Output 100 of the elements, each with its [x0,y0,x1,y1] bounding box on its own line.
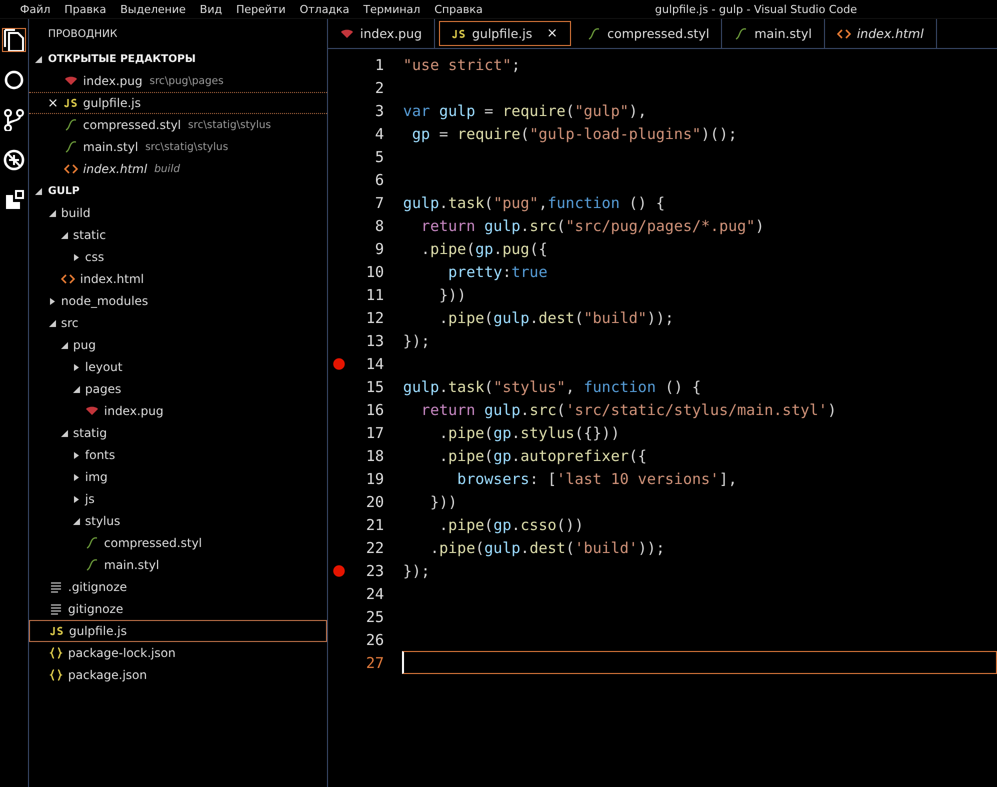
section-title[interactable]: GULP [48,185,80,197]
js-file-icon [50,625,64,637]
collapsed-arrow-icon[interactable] [73,452,80,458]
code-line: return gulp.src("src/pug/pages/*.pug") [420,216,764,234]
expanded-arrow-icon[interactable] [61,430,68,436]
expanded-arrow-icon[interactable] [49,320,56,326]
extensions-icon[interactable] [3,189,25,211]
js-file-icon [64,97,78,109]
line-number: 15 [364,378,384,396]
line-number: 1 [374,56,384,74]
folder-item[interactable]: node_modules [29,290,327,312]
stylus-file-icon [734,28,748,40]
menu-item[interactable]: Правка [64,2,106,16]
collapsed-arrow-icon[interactable] [73,254,80,260]
file-item[interactable]: compressed.styl [29,532,327,554]
file-item[interactable]: .gitignoze [29,576,327,598]
menu-item[interactable]: Терминал [363,2,420,16]
window-title: gulpfile.js - gulp - Visual Studio Code [655,2,857,16]
line-number: 22 [364,538,384,556]
expanded-arrow-icon[interactable] [73,518,80,524]
open-editor-item[interactable]: index.pug src\pug\pages [29,70,327,92]
open-editor-item[interactable]: compressed.styl src\statig\stylus [29,114,327,136]
code-line: .pipe(gp.csso()) [438,516,584,534]
line-number: 17 [364,424,384,442]
collapsed-arrow-icon[interactable] [73,474,80,480]
menu-item[interactable]: Файл [20,2,50,16]
expanded-arrow-icon[interactable] [35,56,42,62]
line-number: 16 [364,400,384,418]
folder-item[interactable]: css [29,246,327,268]
debug-icon[interactable] [3,149,25,171]
sidebar-title: ПРОВОДНИК [47,26,118,42]
menu-item[interactable]: Справка [434,2,483,16]
line-number: 13 [364,332,384,350]
code-line: "use strict"; [403,56,520,74]
source-control-icon[interactable] [3,109,25,131]
collapsed-arrow-icon[interactable] [73,364,80,370]
expanded-arrow-icon[interactable] [61,232,68,238]
line-number: 7 [374,194,384,212]
editor-tab[interactable]: gulpfile.js × [438,21,572,46]
stylus-file-icon [64,141,78,153]
line-number: 20 [364,492,384,510]
pug-file-icon [85,405,99,417]
folder-item[interactable]: src [29,312,327,334]
menu-item[interactable]: Выделение [120,2,186,16]
line-number: 11 [364,286,384,304]
open-editor-item[interactable]: index.html build [29,158,327,180]
expanded-arrow-icon[interactable] [73,386,80,392]
file-item[interactable]: index.html [29,268,327,290]
files-icon[interactable] [3,29,25,51]
folder-item[interactable]: fonts [29,444,327,466]
file-name: index.pug [83,74,142,88]
code-line: browsers: ['last 10 versions'], [456,470,738,488]
folder-item[interactable]: pages [29,378,327,400]
file-item[interactable]: package.json [29,664,327,686]
code-line: var gulp = require("gulp"), [403,102,647,120]
folder-item[interactable]: leyout [29,356,327,378]
file-item[interactable]: gulpfile.js [29,620,327,642]
code-line: }); [403,562,430,580]
line-number: 12 [364,308,384,326]
line-number: 25 [364,608,384,626]
line-number: 2 [374,78,384,96]
file-name: main.styl [83,140,138,154]
file-item[interactable]: gitignoze [29,598,327,620]
code-line: .pipe(gp.stylus({})) [438,424,620,442]
code-line: .pipe(gulp.dest("build")); [438,308,674,326]
menu-item[interactable]: Вид [200,2,222,16]
line-number: 10 [364,262,384,280]
folder-item[interactable]: statig [29,422,327,444]
line-number: 5 [374,148,384,166]
folder-item[interactable]: static [29,224,327,246]
line-number: 19 [364,470,384,488]
file-item[interactable]: main.styl [29,554,327,576]
text-file-icon [49,603,63,615]
stylus-file-icon [64,119,78,131]
json-file-icon [49,669,63,681]
line-number: 6 [374,170,384,188]
close-icon[interactable]: × [546,26,558,41]
text-file-icon [49,581,63,593]
open-editor-item[interactable]: main.styl src\statig\stylus [29,136,327,158]
section-title[interactable]: ОТКРЫТЫЕ РЕДАКТОРЫ [48,53,196,65]
collapsed-arrow-icon[interactable] [73,496,80,502]
open-editor-item[interactable]: × gulpfile.js [29,92,327,114]
menu-item[interactable]: Отладка [300,2,350,16]
file-item[interactable]: index.pug [29,400,327,422]
folder-item[interactable]: js [29,488,327,510]
file-path: src\pug\pages [149,75,224,87]
code-line: return gulp.src('src/static/stylus/main.styl') [420,400,836,418]
expanded-arrow-icon[interactable] [61,342,68,348]
file-item[interactable]: package-lock.json [29,642,327,664]
collapsed-arrow-icon[interactable] [49,298,56,304]
expanded-arrow-icon[interactable] [49,210,56,216]
folder-item[interactable]: build [29,202,327,224]
file-path: src\statig\stylus [145,141,228,153]
menu-item[interactable]: Перейти [236,2,286,16]
folder-item[interactable]: img [29,466,327,488]
expanded-arrow-icon[interactable] [35,188,42,194]
close-icon[interactable]: × [47,96,59,110]
search-icon[interactable] [3,69,25,91]
folder-item[interactable]: stylus [29,510,327,532]
folder-item[interactable]: pug [29,334,327,356]
